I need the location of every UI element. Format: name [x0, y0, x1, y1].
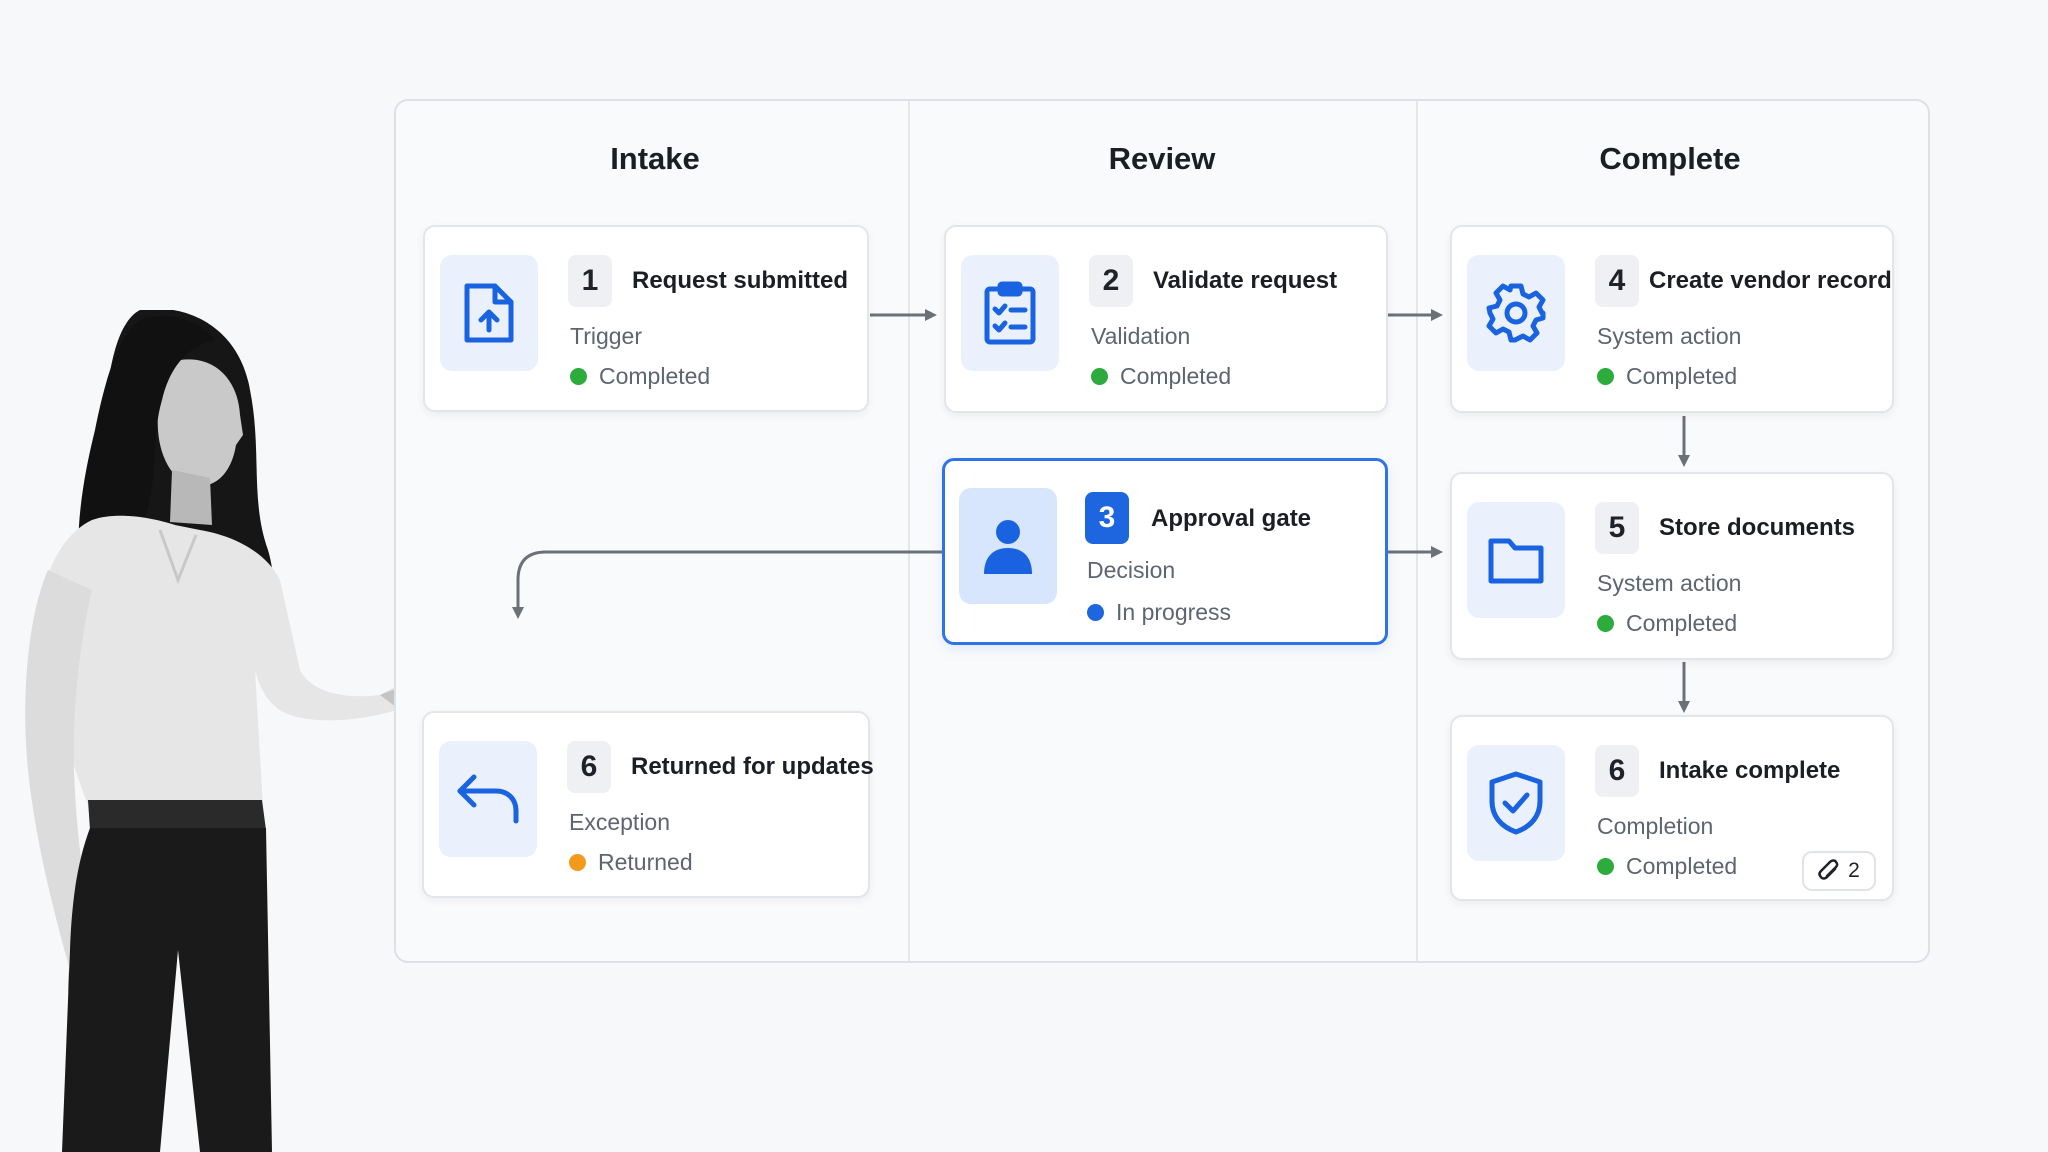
column-title-complete: Complete: [1599, 141, 1741, 176]
column-divider: [1416, 101, 1418, 961]
step-title: Returned for updates: [631, 753, 874, 780]
status-dot: [1091, 368, 1108, 385]
step-title: Validate request: [1153, 267, 1338, 294]
step-card-request-submitted[interactable]: 1 Request submitted Trigger Completed: [423, 225, 869, 412]
step-card-validate-request[interactable]: 2 Validate request Validation Completed: [944, 225, 1388, 413]
clipboard-checklist-icon: [961, 255, 1059, 371]
step-type: Decision: [1087, 557, 1176, 583]
status-label: In progress: [1116, 599, 1232, 625]
status-badge: Completed: [1091, 363, 1231, 390]
status-label: Completed: [1626, 610, 1738, 636]
folder-icon: [1467, 502, 1565, 618]
status-label: Completed: [599, 363, 711, 389]
step-number: 6: [1595, 745, 1639, 797]
step-number: 4: [1595, 255, 1639, 307]
status-badge: Completed: [1597, 363, 1737, 390]
paperclip-icon: [1818, 859, 1839, 880]
step-number: 6: [567, 741, 611, 793]
shield-check-icon: [1467, 745, 1565, 861]
step-card-intake-complete[interactable]: 6 Intake complete Completion Completed 2: [1450, 715, 1894, 901]
return-arrow-icon: [439, 741, 537, 857]
user-icon: [959, 488, 1057, 604]
status-label: Returned: [598, 849, 693, 875]
status-badge: Completed: [570, 363, 710, 390]
step-type: Trigger: [570, 323, 642, 349]
step-title: Approval gate: [1151, 505, 1312, 532]
column-divider: [908, 101, 910, 961]
status-badge: Completed: [1597, 610, 1737, 637]
step-title: Intake complete: [1659, 757, 1841, 784]
step-card-returned-for-updates[interactable]: 6 Returned for updates Exception Returne…: [422, 711, 874, 898]
status-badge: In progress: [1087, 599, 1231, 626]
column-title-intake: Intake: [610, 141, 700, 176]
step-number: 3: [1085, 492, 1129, 544]
status-dot: [1087, 604, 1104, 621]
step-number: 5: [1595, 502, 1639, 554]
status-label: Completed: [1120, 363, 1232, 389]
attachments-button[interactable]: 2: [1802, 851, 1876, 891]
status-dot: [1597, 858, 1614, 875]
gear-icon: [1467, 255, 1565, 371]
file-upload-icon: [440, 255, 538, 371]
status-badge: Completed: [1597, 853, 1737, 880]
status-badge: Returned: [569, 849, 693, 876]
step-type: System action: [1597, 570, 1742, 596]
step-card-approval-gate[interactable]: 3 Approval gate Decision In progress: [942, 458, 1388, 645]
status-dot: [570, 368, 587, 385]
status-dot: [1597, 615, 1614, 632]
step-type: Exception: [569, 809, 671, 835]
step-number: 1: [568, 255, 612, 307]
step-card-store-documents[interactable]: 5 Store documents System action Complete…: [1450, 472, 1894, 660]
status-dot: [1597, 368, 1614, 385]
column-title-review: Review: [1108, 141, 1216, 176]
step-title: Store documents: [1659, 514, 1856, 541]
step-title: Create vendor record: [1649, 267, 1892, 294]
status-label: Completed: [1626, 853, 1738, 879]
step-number: 2: [1089, 255, 1133, 307]
status-dot: [569, 854, 586, 871]
status-label: Completed: [1626, 363, 1738, 389]
step-title: Request submitted: [632, 267, 849, 294]
step-type: Validation: [1091, 323, 1191, 349]
attachment-count: 2: [1848, 859, 1860, 882]
step-type: System action: [1597, 323, 1742, 349]
step-card-create-vendor-record[interactable]: 4 Create vendor record System action Com…: [1450, 225, 1894, 413]
step-type: Completion: [1597, 813, 1714, 839]
